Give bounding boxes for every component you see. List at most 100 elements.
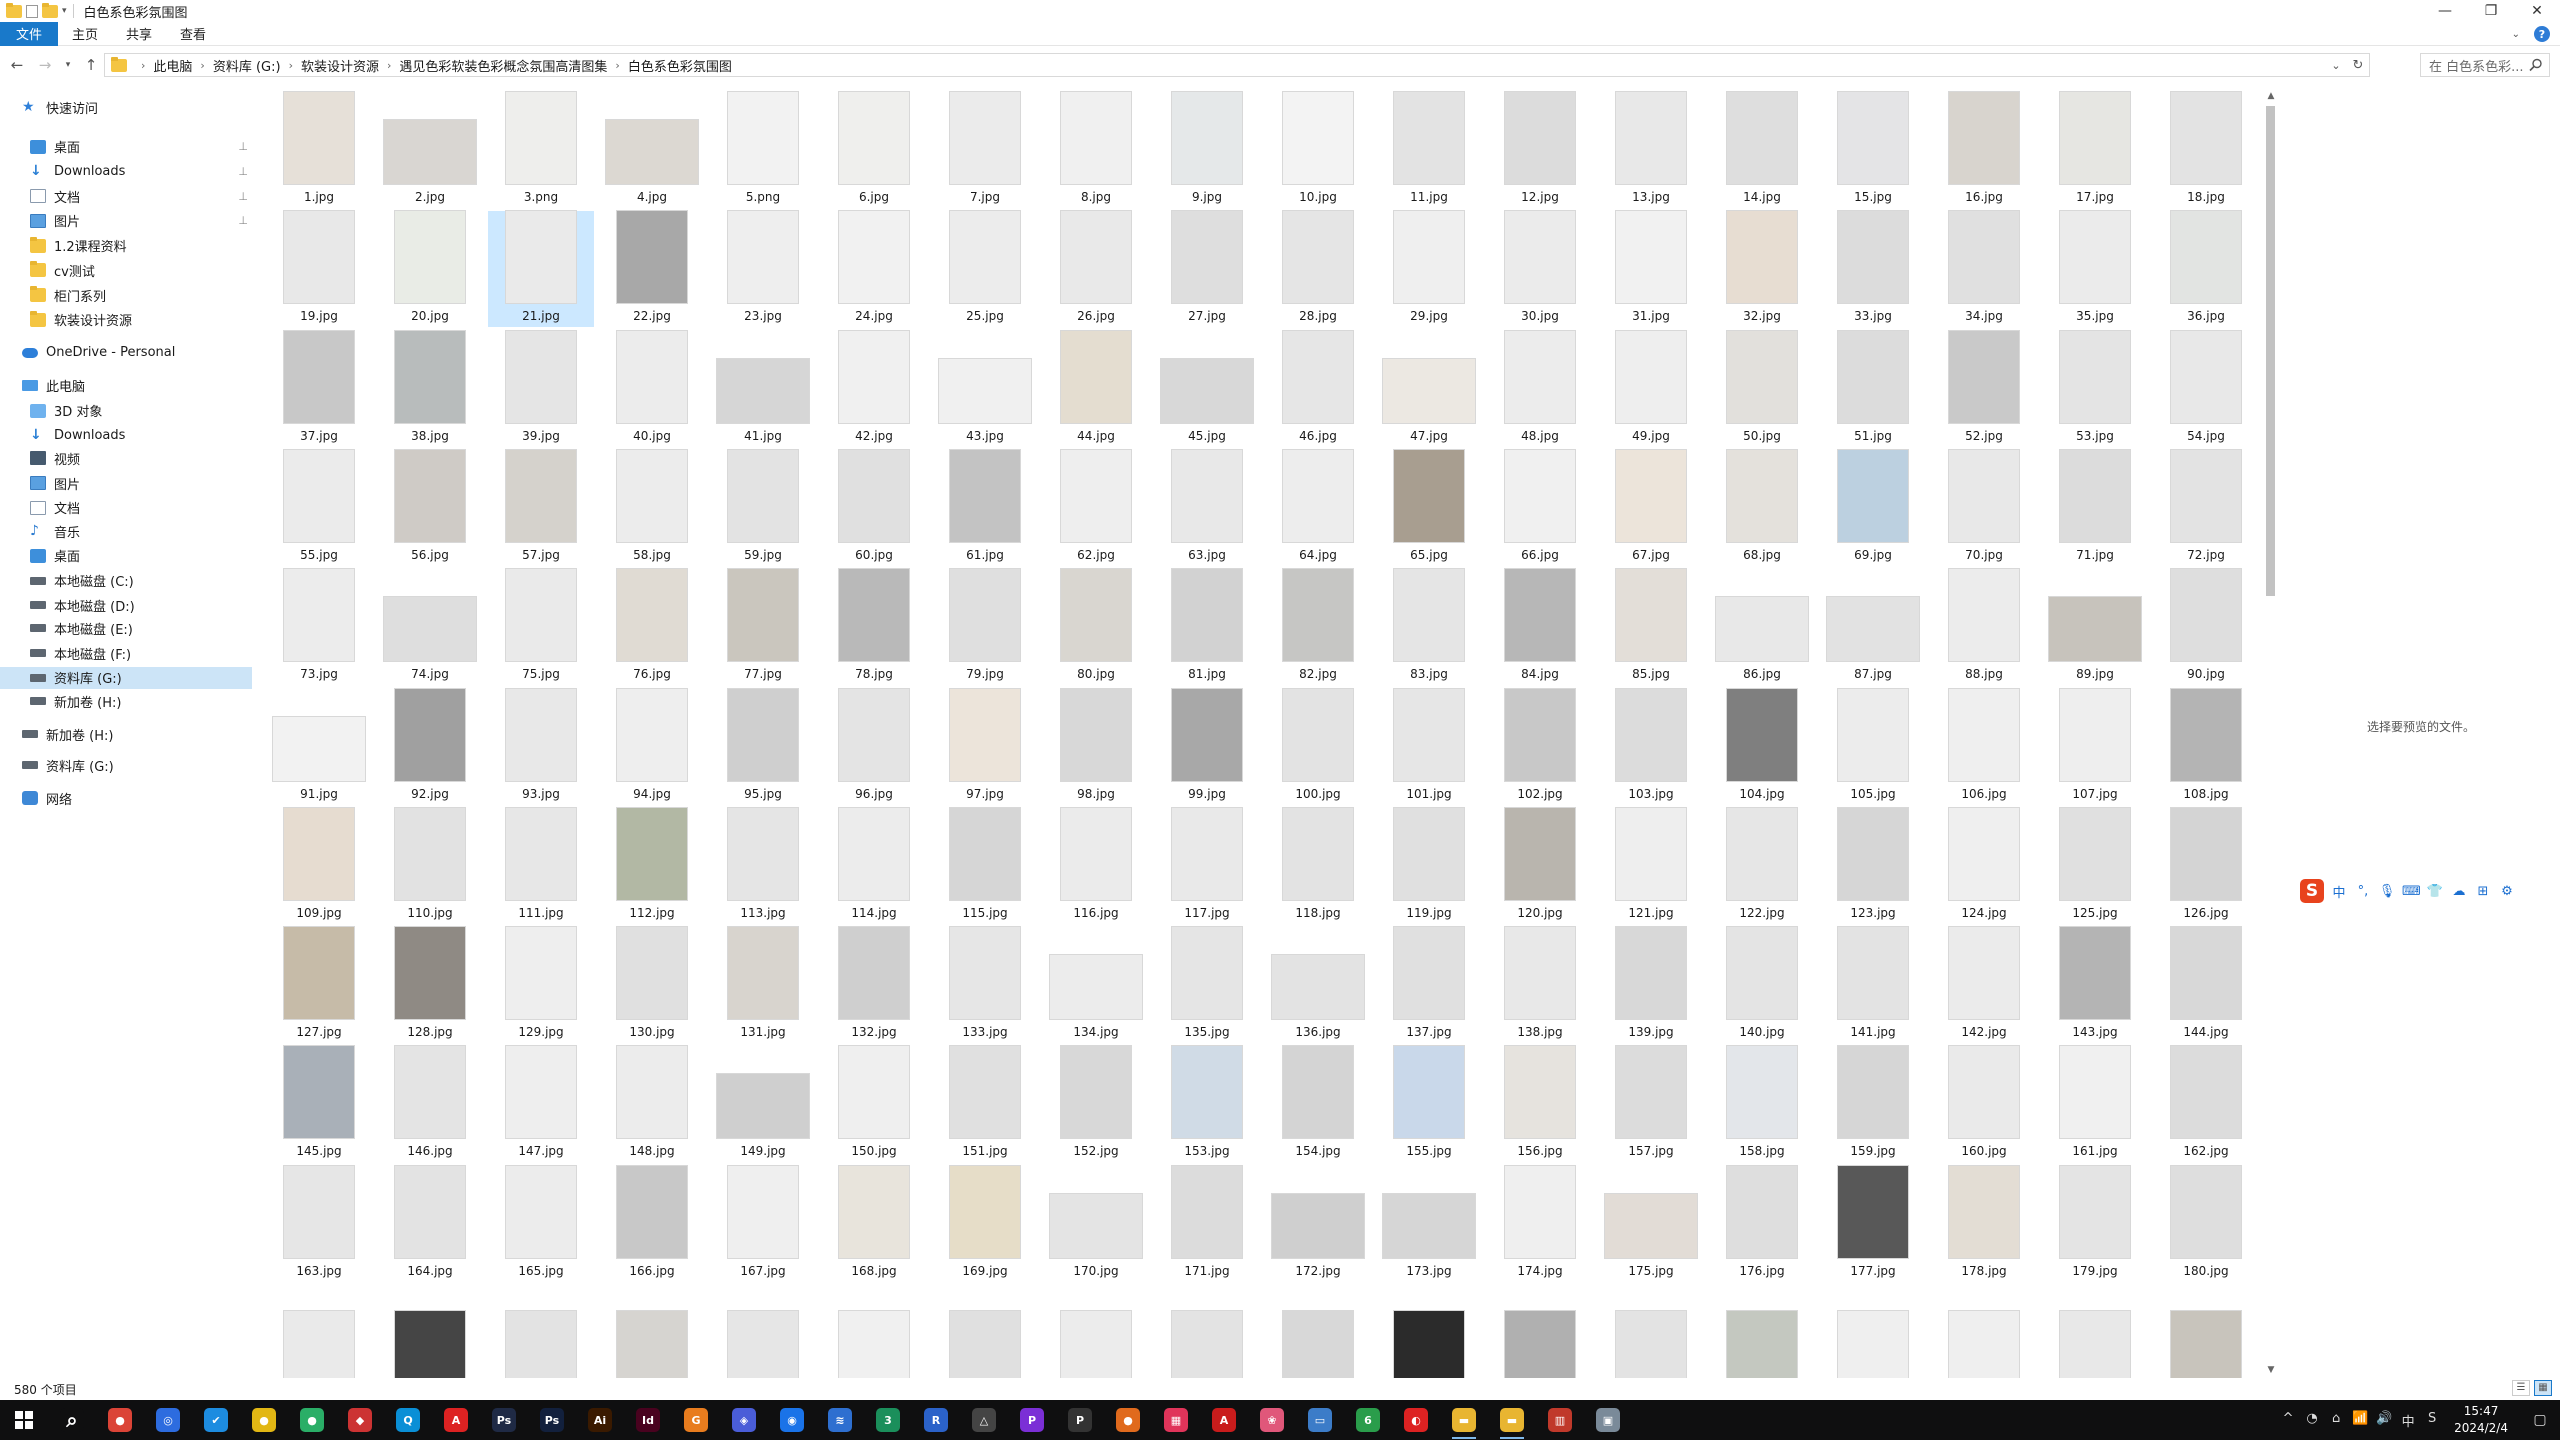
file-tile[interactable]: 130.jpg — [599, 927, 705, 1043]
file-tile[interactable]: 44.jpg — [1043, 330, 1149, 447]
file-tile[interactable]: 155.jpg — [1376, 1046, 1482, 1162]
file-tile[interactable]: 55.jpg — [266, 449, 372, 566]
file-tile[interactable]: 105.jpg — [1820, 688, 1926, 805]
file-tile[interactable]: 51.jpg — [1820, 330, 1926, 447]
file-tile[interactable]: 88.jpg — [1931, 569, 2037, 685]
file-tile[interactable]: 140.jpg — [1709, 927, 1815, 1043]
taskbar-app-box-button[interactable]: ▣ — [1584, 1400, 1632, 1440]
taskbar-search-button[interactable]: ⌕ — [48, 1400, 96, 1440]
file-tile[interactable]: 31.jpg — [1598, 211, 1704, 327]
file-tile[interactable]: 17.jpg — [2042, 92, 2148, 208]
file-tile[interactable]: 46.jpg — [1265, 330, 1371, 447]
nav-item[interactable]: 本地磁盘 (D:) — [0, 594, 252, 616]
address-bar[interactable]: › 此电脑 › 资料库 (G:) › 软装设计资源 › 遇见色彩软装色彩概念氛围… — [104, 53, 2370, 77]
file-tile[interactable]: 27.jpg — [1154, 211, 1260, 327]
file-tile[interactable]: 70.jpg — [1931, 449, 2037, 566]
file-tile[interactable]: 97.jpg — [932, 688, 1038, 805]
taskbar-app-cyan-button[interactable]: Q — [384, 1400, 432, 1440]
file-tile[interactable]: 89.jpg — [2042, 569, 2148, 685]
file-tile[interactable]: 143.jpg — [2042, 927, 2148, 1043]
taskbar-wechat-button[interactable]: ● — [288, 1400, 336, 1440]
file-tile[interactable]: 115.jpg — [932, 807, 1038, 924]
file-tile[interactable]: 10.jpg — [1265, 92, 1371, 208]
file-tile[interactable]: 54.jpg — [2153, 330, 2259, 447]
chevron-right-icon[interactable]: › — [615, 59, 619, 72]
file-tile[interactable]: 52.jpg — [1931, 330, 2037, 447]
file-tile[interactable]: 167.jpg — [710, 1165, 816, 1282]
file-tile[interactable]: 67.jpg — [1598, 449, 1704, 566]
file-tile[interactable]: 49.jpg — [1598, 330, 1704, 447]
file-tile[interactable]: 113.jpg — [710, 807, 816, 924]
file-tile[interactable]: 85.jpg — [1598, 569, 1704, 685]
minimize-button[interactable]: — — [2422, 0, 2468, 22]
file-tile[interactable]: 137.jpg — [1376, 927, 1482, 1043]
file-tile[interactable]: 36.jpg — [2153, 211, 2259, 327]
file-tile[interactable]: 6.jpg — [821, 92, 927, 208]
file-tile[interactable]: 103.jpg — [1598, 688, 1704, 805]
file-tile[interactable]: 56.jpg — [377, 449, 483, 566]
nav-item[interactable]: 图片 — [0, 472, 252, 494]
file-tile[interactable]: 120.jpg — [1487, 807, 1593, 924]
file-tile[interactable]: 165.jpg — [488, 1165, 594, 1282]
taskbar-photoshop2-button[interactable]: Ps — [528, 1400, 576, 1440]
nav-item[interactable]: ↓ Downloads ⊥ — [0, 160, 252, 182]
file-tile[interactable]: 38.jpg — [377, 330, 483, 447]
tray-item-icon[interactable]: ⌂ — [2324, 1411, 2348, 1430]
taskbar-app-yellow-button[interactable]: ● — [240, 1400, 288, 1440]
nav-item[interactable]: 1.2课程资料 — [0, 235, 252, 257]
taskbar-app-p2-button[interactable]: P — [1056, 1400, 1104, 1440]
file-tile[interactable]: 163.jpg — [266, 1165, 372, 1282]
taskbar-app-globe-button[interactable]: ◉ — [768, 1400, 816, 1440]
file-tile[interactable]: 108.jpg — [2153, 688, 2259, 805]
file-tile[interactable]: 139.jpg — [1598, 927, 1704, 1043]
nav-item[interactable]: 文档 — [0, 497, 252, 519]
file-tile[interactable]: 76.jpg — [599, 569, 705, 685]
file-tile[interactable]: 62.jpg — [1043, 449, 1149, 566]
large-icons-view-icon[interactable]: ▦ — [2534, 1380, 2552, 1396]
file-tile[interactable]: 47.jpg — [1376, 331, 1482, 447]
file-tile[interactable]: 150.jpg — [821, 1046, 927, 1162]
file-tile[interactable]: 60.jpg — [821, 449, 927, 566]
breadcrumb-current-folder[interactable]: 白色系色彩氛围图 — [628, 56, 732, 75]
file-tile[interactable]: 158.jpg — [1709, 1046, 1815, 1162]
taskbar-acrobat-button[interactable]: A — [432, 1400, 480, 1440]
file-tile[interactable]: 118.jpg — [1265, 807, 1371, 924]
clock[interactable]: 15:47 2024/2/4 — [2454, 1403, 2508, 1437]
file-tile[interactable]: 81.jpg — [1154, 569, 1260, 685]
file-tile[interactable]: 75.jpg — [488, 569, 594, 685]
taskbar-app-ball-button[interactable]: ● — [1104, 1400, 1152, 1440]
file-tile[interactable]: 98.jpg — [1043, 688, 1149, 805]
file-tile[interactable] — [1931, 1285, 2037, 1378]
file-tile[interactable]: 72.jpg — [2153, 449, 2259, 566]
file-tile[interactable]: 142.jpg — [1931, 927, 2037, 1043]
taskbar-app-pink-button[interactable]: ❀ — [1248, 1400, 1296, 1440]
pin-icon[interactable]: ⊥ — [238, 140, 248, 153]
file-tile[interactable] — [1154, 1285, 1260, 1378]
up-arrow-icon[interactable]: ↑ — [82, 56, 100, 74]
file-tile[interactable]: 15.jpg — [1820, 92, 1926, 208]
tray-item-icon[interactable]: S — [2420, 1411, 2444, 1430]
taskbar-app-shield-button[interactable]: ◈ — [720, 1400, 768, 1440]
file-tile[interactable]: 151.jpg — [932, 1046, 1038, 1162]
file-tile[interactable]: 48.jpg — [1487, 330, 1593, 447]
breadcrumb-this-pc[interactable]: 此电脑 — [153, 56, 192, 75]
file-tile[interactable]: 28.jpg — [1265, 211, 1371, 327]
taskbar-app-grid-button[interactable]: ▦ — [1152, 1400, 1200, 1440]
notification-icon[interactable]: ▢ — [2520, 1412, 2560, 1428]
file-tile[interactable]: 101.jpg — [1376, 688, 1482, 805]
file-tile[interactable]: 73.jpg — [266, 569, 372, 685]
nav-item[interactable]: 资料库 (G:) — [0, 666, 252, 689]
file-tile[interactable]: 176.jpg — [1709, 1165, 1815, 1282]
expand-ribbon-icon[interactable]: ⌄ — [2512, 29, 2520, 40]
file-tile[interactable]: 117.jpg — [1154, 807, 1260, 924]
file-tile[interactable]: 95.jpg — [710, 688, 816, 805]
taskbar-app-g-button[interactable]: G — [672, 1400, 720, 1440]
nav-item[interactable]: ↓ Downloads — [0, 424, 252, 446]
file-tile[interactable]: 127.jpg — [266, 927, 372, 1043]
breadcrumb-drive-g[interactable]: 资料库 (G:) — [213, 56, 281, 75]
file-tile[interactable]: 9.jpg — [1154, 92, 1260, 208]
file-tile[interactable] — [599, 1285, 705, 1378]
file-tile[interactable]: 170.jpg — [1043, 1166, 1149, 1282]
tab-file[interactable]: 文件 — [0, 21, 59, 46]
recent-locations-icon[interactable]: ▾ — [64, 60, 72, 70]
